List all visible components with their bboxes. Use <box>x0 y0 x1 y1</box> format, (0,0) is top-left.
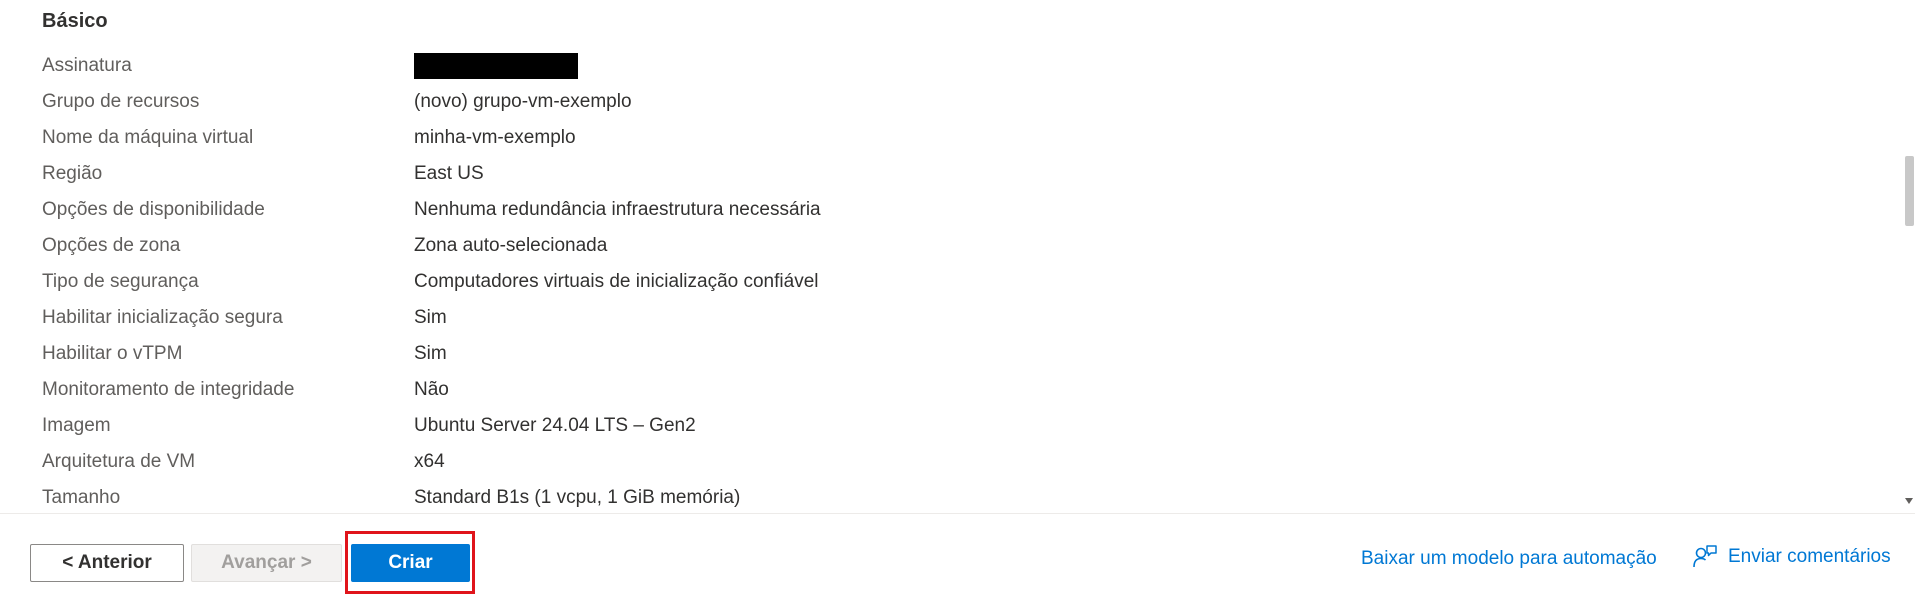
summary-row: Tamanho Standard B1s (1 vcpu, 1 GiB memór… <box>0 480 1890 512</box>
section-title: Básico <box>42 10 108 32</box>
summary-row: Monitoramento de integridade Não <box>0 372 1890 408</box>
summary-row-value: Zona auto-selecionada <box>414 235 608 256</box>
summary-row-label: Grupo de recursos <box>42 91 200 112</box>
summary-row-value: x64 <box>414 451 445 472</box>
previous-button[interactable]: < Anterior <box>30 544 184 582</box>
summary-row: Assinatura <box>0 48 1890 84</box>
summary-row-value: Sim <box>414 343 447 364</box>
summary-row: Habilitar o vTPM Sim <box>0 336 1890 372</box>
feedback-person-icon <box>1693 545 1717 568</box>
summary-rows: Assinatura Grupo de recursos (novo) grupo-… <box>0 48 1890 512</box>
redacted-subscription-value <box>414 53 578 79</box>
summary-row-label: Região <box>42 163 103 184</box>
summary-row-label: Tipo de segurança <box>42 271 199 292</box>
summary-row-label: Opções de zona <box>42 235 181 256</box>
summary-row-label: Imagem <box>42 415 111 436</box>
summary-row-label: Nome da máquina virtual <box>42 127 254 148</box>
download-template-link[interactable]: Baixar um modelo para automação <box>1361 548 1657 570</box>
redaction-block <box>414 53 578 79</box>
summary-row: Habilitar inicialização segura Sim <box>0 300 1890 336</box>
next-button: Avançar > <box>191 544 342 582</box>
summary-row: Imagem Ubuntu Server 24.04 LTS – Gen2 <box>0 408 1890 444</box>
scrollbar-thumb[interactable] <box>1905 156 1914 226</box>
vertical-scrollbar[interactable] <box>1903 0 1915 512</box>
summary-row-label: Assinatura <box>42 55 132 76</box>
summary-row: Opções de disponibilidade Nenhuma redundâ… <box>0 192 1890 228</box>
summary-row: Tipo de segurança Computadores virtuais d… <box>0 264 1890 300</box>
summary-row-value: Ubuntu Server 24.04 LTS – Gen2 <box>414 415 696 436</box>
summary-row-value: minha-vm-exemplo <box>414 127 576 148</box>
summary-row-value: Sim <box>414 307 447 328</box>
summary-row-value: Computadores virtuais de inicialização c… <box>414 271 819 292</box>
summary-row-label: Monitoramento de integridade <box>42 379 295 400</box>
summary-row-value: (novo) grupo-vm-exemplo <box>414 91 632 112</box>
scroll-down-arrow-icon[interactable] <box>1905 498 1913 504</box>
summary-row: Arquitetura de VM x64 <box>0 444 1890 480</box>
review-summary-panel: Básico Assinatura Grupo de recursos (novo)… <box>0 0 1915 512</box>
summary-row: Opções de zona Zona auto-selecionada <box>0 228 1890 264</box>
summary-row-value: Não <box>414 379 449 400</box>
send-feedback-button[interactable]: Enviar comentários <box>1692 544 1891 570</box>
summary-row: Região East US <box>0 156 1890 192</box>
summary-row-value: Standard B1s (1 vcpu, 1 GiB memória) <box>414 487 741 508</box>
summary-row-label: Tamanho <box>42 487 121 508</box>
summary-row-label: Habilitar inicialização segura <box>42 307 283 328</box>
wizard-footer: < Anterior Avançar > Criar Baixar um mod… <box>0 514 1915 615</box>
summary-row-label: Opções de disponibilidade <box>42 199 265 220</box>
summary-row-label: Habilitar o vTPM <box>42 343 183 364</box>
create-button[interactable]: Criar <box>351 544 470 582</box>
summary-row: Nome da máquina virtual minha-vm-exemplo <box>0 120 1890 156</box>
summary-row: Grupo de recursos (novo) grupo-vm-exemplo <box>0 84 1890 120</box>
send-feedback-label: Enviar comentários <box>1728 546 1891 567</box>
summary-row-label: Arquitetura de VM <box>42 451 196 472</box>
summary-row-value: Nenhuma redundância infraestrutura neces… <box>414 199 821 220</box>
summary-row-value: East US <box>414 163 484 184</box>
